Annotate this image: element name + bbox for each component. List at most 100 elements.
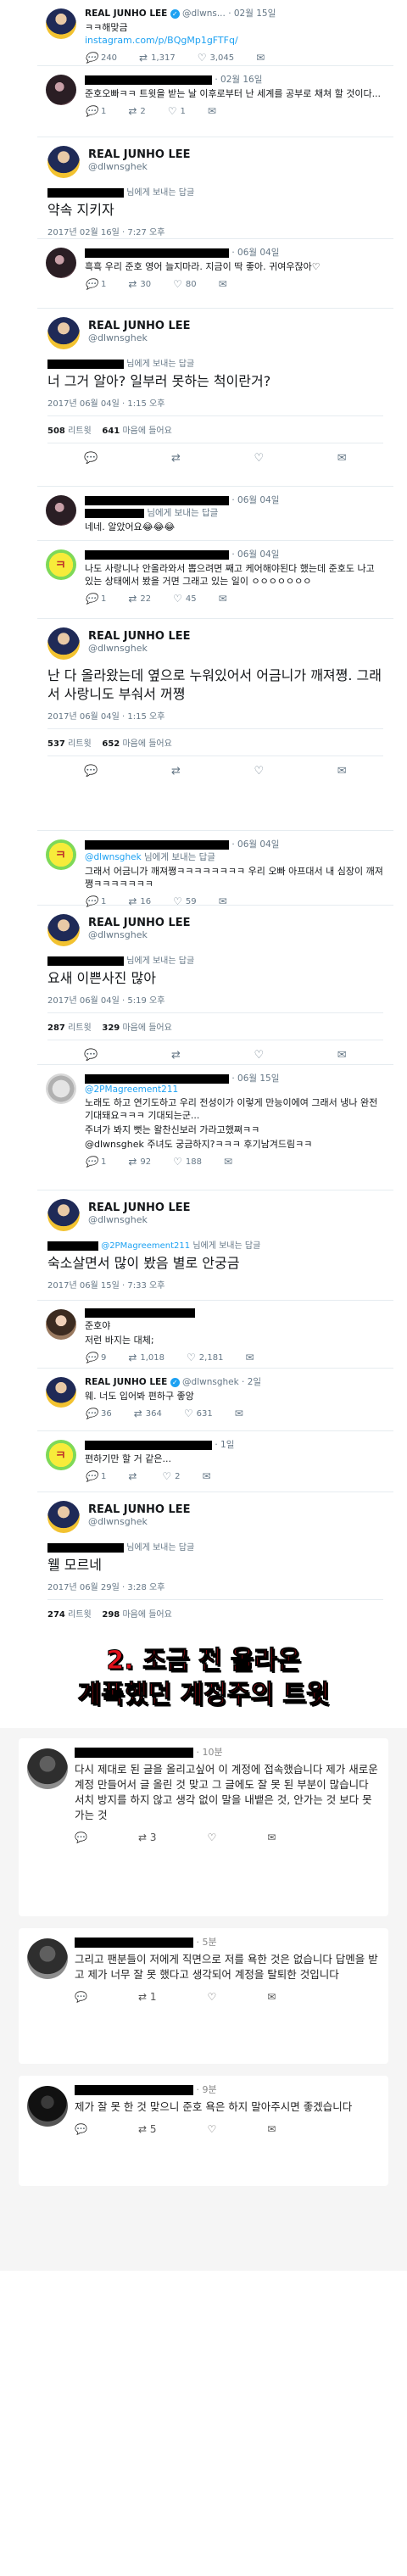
focused-tweet[interactable]: REAL JUNHO LEE @dlwnsghek @2PMagreement2…	[37, 1190, 393, 1301]
retweet-button[interactable]: ⇄ 1,018	[128, 1352, 164, 1363]
tweet[interactable]: · 06월 04일 흑흑 우리 준호 영어 늘지마라. 지금이 딱 좋아. 귀여…	[37, 239, 393, 309]
reply-button[interactable]: 💬	[84, 1049, 98, 1062]
avatar[interactable]	[46, 1440, 76, 1470]
avatar[interactable]	[46, 1073, 76, 1104]
like-button[interactable]: ♡ 188	[173, 1156, 202, 1168]
focused-tweet[interactable]: REAL JUNHO LEE @dlwnsghek 님에게 보내는 답글 약속 …	[37, 137, 393, 239]
reply-button[interactable]: 💬 1	[85, 278, 106, 290]
tweet[interactable]: REAL JUNHO LEE ✓ @dlwns... · 02월 15일 ㅋㅋ해…	[37, 0, 393, 66]
like-button[interactable]: ♡	[254, 1049, 265, 1062]
focused-tweet[interactable]: REAL JUNHO LEE @dlwnsghek 님에게 보내는 답글 너 그…	[37, 309, 393, 487]
mention-link[interactable]: @dlwnsghek	[85, 852, 142, 862]
dm-button[interactable]: ✉	[256, 52, 265, 64]
timestamp[interactable]: 06월 15일	[237, 1073, 279, 1084]
like-button[interactable]: ♡	[207, 2123, 216, 2135]
timestamp[interactable]: 06월 04일	[237, 839, 279, 850]
comment-card[interactable]: · 5분 그리고 팬분들이 저에게 직면으로 저를 욕한 것은 없습니다 답멘을…	[19, 1928, 388, 2064]
display-name[interactable]: REAL JUNHO LEE	[88, 317, 383, 332]
dm-button[interactable]: ✉	[219, 895, 227, 907]
dm-button[interactable]: ✉	[267, 2123, 276, 2135]
retweet-button[interactable]: ⇄ 22	[128, 593, 151, 605]
like-button[interactable]: ♡ 45	[173, 593, 197, 605]
tweet[interactable]: · 06월 04일 나도 사랑니나 안올라와서 뽑으려면 째고 케어해야된다 했…	[37, 541, 393, 619]
like-button[interactable]: ♡ 3,045	[198, 52, 234, 64]
timestamp[interactable]: 06월 04일	[237, 248, 279, 258]
display-name[interactable]: REAL JUNHO LEE	[85, 8, 167, 19]
retweet-total[interactable]: 274	[47, 1610, 65, 1620]
retweet-button[interactable]: ⇄ 1	[138, 1991, 157, 2003]
display-name[interactable]: REAL JUNHO LEE	[88, 914, 383, 929]
avatar[interactable]	[46, 549, 76, 580]
display-name[interactable]: REAL JUNHO LEE	[85, 1377, 167, 1387]
timestamp[interactable]: 06월 04일	[237, 495, 279, 505]
dm-button[interactable]: ✉	[245, 1352, 254, 1363]
like-total[interactable]: 652	[102, 739, 120, 749]
retweet-button[interactable]: ⇄ 364	[134, 1408, 162, 1419]
mention-link[interactable]: @2PMagreement211	[101, 1241, 190, 1251]
reply-button[interactable]: 💬 1	[85, 1470, 106, 1482]
avatar[interactable]	[46, 8, 76, 39]
dm-button[interactable]: ✉	[224, 1156, 232, 1168]
avatar[interactable]	[46, 495, 76, 526]
retweet-button[interactable]: ⇄	[171, 1049, 181, 1062]
dm-button[interactable]: ✉	[219, 278, 227, 290]
retweet-button[interactable]: ⇄ 2	[128, 105, 145, 117]
like-button[interactable]: ♡ 59	[173, 895, 197, 907]
avatar[interactable]	[27, 1938, 68, 1979]
dm-button[interactable]: ✉	[337, 1049, 347, 1062]
reply-button[interactable]: 💬 1	[85, 895, 106, 907]
dm-button[interactable]: ✉	[337, 765, 347, 778]
comment-card[interactable]: · 10분 다시 제대로 된 글을 올리고싶어 이 계정에 접속했습니다 제가 …	[19, 1738, 388, 1916]
retweet-button[interactable]: ⇄ 16	[128, 895, 151, 907]
tweet[interactable]: · 06월 04일 님에게 보내는 답글 네네. 알았어요😂😂😂	[37, 487, 393, 541]
retweet-button[interactable]: ⇄ 1,317	[139, 52, 176, 64]
tweet-author[interactable]: REAL JUNHO LEE @dlwnsghek	[47, 146, 383, 181]
tweet-author[interactable]: REAL JUNHO LEE @dlwnsghek	[47, 627, 383, 663]
like-button[interactable]: ♡	[254, 765, 265, 778]
reply-button[interactable]: 💬	[84, 452, 98, 465]
focused-tweet[interactable]: REAL JUNHO LEE @dlwnsghek 님에게 보내는 답글 웰 모…	[37, 1492, 393, 1628]
retweet-total[interactable]: 287	[47, 1023, 65, 1033]
timestamp[interactable]: 06월 04일	[237, 549, 279, 560]
like-button[interactable]: ♡	[207, 1832, 216, 1843]
tweet-author[interactable]: REAL JUNHO LEE @dlwnsghek	[47, 317, 383, 353]
avatar[interactable]	[47, 317, 80, 349]
avatar[interactable]	[46, 75, 76, 105]
reply-button[interactable]: 💬 1	[85, 593, 106, 605]
dm-button[interactable]: ✉	[235, 1408, 243, 1419]
focused-tweet[interactable]: REAL JUNHO LEE @dlwnsghek 난 다 올라왔는데 옆으로 …	[37, 619, 393, 831]
reply-button[interactable]: 💬 9	[85, 1352, 106, 1363]
mention-link[interactable]: @2PMagreement211	[85, 1084, 178, 1095]
reply-button[interactable]: 💬 1	[85, 1156, 106, 1168]
avatar[interactable]	[46, 248, 76, 278]
timestamp[interactable]: 02월 16일	[220, 75, 262, 85]
like-total[interactable]: 329	[102, 1023, 120, 1033]
comment-card[interactable]: · 9분 제가 잘 못 한 것 맞으니 준호 욕은 하지 말아주시면 좋겠습니다…	[19, 2076, 388, 2186]
reply-button[interactable]: 💬	[84, 765, 98, 778]
reply-button[interactable]: 💬	[75, 1832, 87, 1843]
retweet-button[interactable]: ⇄	[128, 1470, 140, 1482]
retweet-button[interactable]: ⇄ 30	[128, 278, 151, 290]
like-button[interactable]: ♡ 1	[168, 105, 186, 117]
reply-button[interactable]: 💬	[75, 1991, 87, 2003]
tweet[interactable]: · 06월 15일 @2PMagreement211 노래도 하고 연기도하고 …	[37, 1065, 393, 1190]
like-total[interactable]: 641	[102, 427, 120, 436]
retweet-button[interactable]: ⇄ 5	[138, 2123, 157, 2135]
like-button[interactable]: ♡	[207, 1991, 216, 2003]
timestamp[interactable]: 02월 15일	[234, 8, 276, 19]
retweet-total[interactable]: 537	[47, 739, 65, 749]
reply-button[interactable]: 💬	[75, 2123, 87, 2135]
tweet[interactable]: · 02월 16일 준호오빠ㅋㅋ 트윗을 받는 날 이후로부터 난 세계를 공부…	[37, 66, 393, 137]
focused-tweet[interactable]: REAL JUNHO LEE @dlwnsghek 님에게 보내는 답글 요새 …	[37, 906, 393, 1065]
reply-button[interactable]: 💬 36	[85, 1408, 112, 1419]
tweet-link[interactable]: instagram.com/p/BQgMp1gFTFq/	[85, 35, 238, 46]
avatar[interactable]	[46, 839, 76, 870]
display-name[interactable]: REAL JUNHO LEE	[88, 1501, 383, 1516]
retweet-button[interactable]: ⇄	[171, 765, 181, 778]
retweet-button[interactable]: ⇄	[171, 452, 181, 465]
dm-button[interactable]: ✉	[337, 452, 347, 465]
tweet[interactable]: REAL JUNHO LEE ✓ @dlwnsghek · 2일 웨. 너도 입…	[37, 1369, 393, 1431]
tweet[interactable]: · 06월 04일 @dlwnsghek 님에게 보내는 답글 그래서 어금니가…	[37, 831, 393, 907]
tweet[interactable]: 준호야 저런 바지는 대체; 💬 9 ⇄ 1,018 ♡ 2,181 ✉	[37, 1301, 393, 1369]
avatar[interactable]	[47, 1501, 80, 1533]
